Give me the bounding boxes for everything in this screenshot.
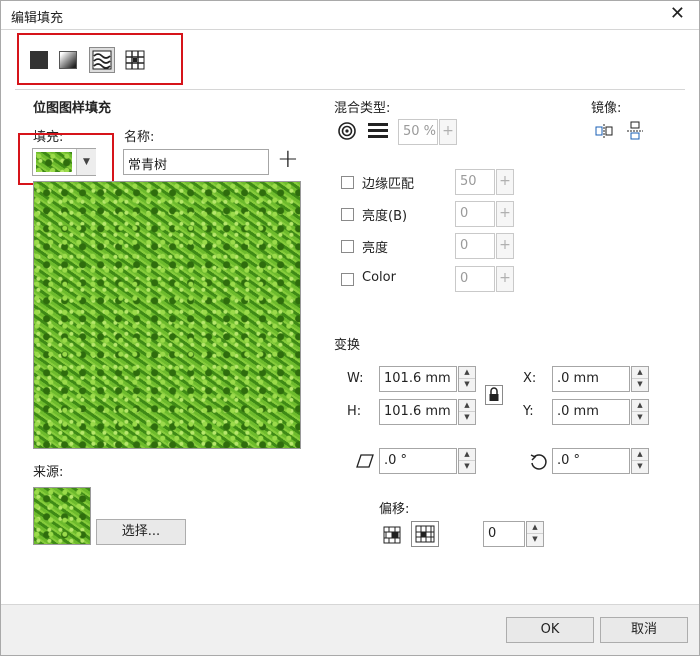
ok-button[interactable]: OK bbox=[506, 617, 594, 643]
cancel-button[interactable]: 取消 bbox=[600, 617, 688, 643]
gradient-square-icon[interactable] bbox=[59, 51, 77, 69]
chevron-down-icon[interactable]: ▼ bbox=[76, 149, 96, 175]
column-offset-icon[interactable] bbox=[411, 521, 439, 547]
width-stepper[interactable]: ▲ ▼ bbox=[458, 366, 476, 392]
close-icon[interactable]: ✕ bbox=[670, 4, 685, 24]
brightness-b-input[interactable]: 0 bbox=[455, 201, 495, 227]
opacity-input[interactable]: 50 % bbox=[398, 119, 438, 145]
source-label: 来源: bbox=[33, 465, 64, 480]
fill-picker-dropdown[interactable]: ▼ bbox=[32, 148, 96, 176]
skew-icon bbox=[355, 453, 374, 471]
pattern-preview bbox=[33, 181, 301, 449]
row-offset-icon[interactable] bbox=[383, 526, 401, 544]
edge-match-input[interactable]: 50 bbox=[455, 169, 495, 195]
concentric-circles-icon[interactable] bbox=[337, 121, 356, 140]
offset-stepper[interactable]: ▲ ▼ bbox=[526, 521, 544, 547]
select-source-button[interactable]: 选择... bbox=[96, 519, 186, 545]
window-title: 编辑填充 bbox=[11, 11, 64, 26]
offset-input[interactable]: 0 bbox=[483, 521, 525, 547]
mirror-horizontal-icon[interactable] bbox=[595, 124, 613, 142]
solid-square-icon[interactable] bbox=[30, 51, 48, 69]
brightness-label: 亮度 bbox=[362, 241, 389, 256]
y-input[interactable]: .0 mm bbox=[552, 399, 630, 425]
offset-label: 偏移: bbox=[379, 502, 410, 517]
pattern-grid-icon[interactable] bbox=[125, 50, 145, 70]
pattern-name-input[interactable]: 常青树 bbox=[123, 149, 269, 175]
height-input[interactable]: 101.6 mm bbox=[379, 399, 457, 425]
transform-label: 变换 bbox=[334, 338, 361, 353]
x-stepper[interactable]: ▲ ▼ bbox=[631, 366, 649, 392]
edge-match-label: 边缘匹配 bbox=[362, 177, 415, 192]
edge-match-stepper[interactable]: + bbox=[496, 169, 514, 195]
height-stepper[interactable]: ▲ ▼ bbox=[458, 399, 476, 425]
color-input[interactable]: 0 bbox=[455, 266, 495, 292]
y-label: Y: bbox=[523, 404, 534, 419]
bitmap-pattern-icon[interactable] bbox=[89, 47, 115, 73]
brightness-stepper[interactable]: + bbox=[496, 233, 514, 259]
x-input[interactable]: .0 mm bbox=[552, 366, 630, 392]
lock-ratio-icon[interactable] bbox=[485, 385, 503, 405]
width-label: W: bbox=[347, 371, 364, 386]
stripes-icon[interactable] bbox=[368, 122, 388, 140]
source-thumbnail bbox=[33, 487, 91, 545]
brightness-input[interactable]: 0 bbox=[455, 233, 495, 259]
rotate-stepper[interactable]: ▲ ▼ bbox=[631, 448, 649, 474]
x-label: X: bbox=[523, 371, 537, 386]
toolbar-separator bbox=[15, 89, 685, 90]
fill-preview-thumb bbox=[36, 152, 72, 172]
y-stepper[interactable]: ▲ ▼ bbox=[631, 399, 649, 425]
skew-input[interactable]: .0 ° bbox=[379, 448, 457, 474]
brightness-b-checkbox[interactable] bbox=[341, 208, 354, 221]
edge-match-checkbox[interactable] bbox=[341, 176, 354, 189]
rotate-input[interactable]: .0 ° bbox=[552, 448, 630, 474]
rotate-icon bbox=[529, 452, 547, 470]
brightness-checkbox[interactable] bbox=[341, 240, 354, 253]
name-label: 名称: bbox=[124, 130, 155, 145]
blend-type-label: 混合类型: bbox=[334, 101, 391, 116]
add-pattern-icon[interactable]: + bbox=[277, 144, 299, 174]
brightness-b-stepper[interactable]: + bbox=[496, 201, 514, 227]
skew-stepper[interactable]: ▲ ▼ bbox=[458, 448, 476, 474]
height-label: H: bbox=[347, 404, 362, 419]
opacity-stepper[interactable]: + bbox=[439, 119, 457, 145]
color-checkbox[interactable] bbox=[341, 273, 354, 286]
color-stepper[interactable]: + bbox=[496, 266, 514, 292]
color-label: Color bbox=[362, 270, 396, 285]
edit-fill-dialog: 编辑填充 ✕ 位图图样填充 填充: 名称: ▼ 常青树 + 来源: 选择... … bbox=[0, 0, 700, 656]
title-bar: 编辑填充 ✕ bbox=[1, 1, 699, 29]
width-input[interactable]: 101.6 mm bbox=[379, 366, 457, 392]
footer bbox=[1, 605, 699, 655]
brightness-b-label: 亮度(B) bbox=[362, 209, 408, 224]
mirror-label: 镜像: bbox=[591, 101, 622, 116]
section-title: 位图图样填充 bbox=[33, 101, 112, 116]
mirror-vertical-icon[interactable] bbox=[627, 121, 645, 140]
title-separator bbox=[1, 29, 699, 30]
